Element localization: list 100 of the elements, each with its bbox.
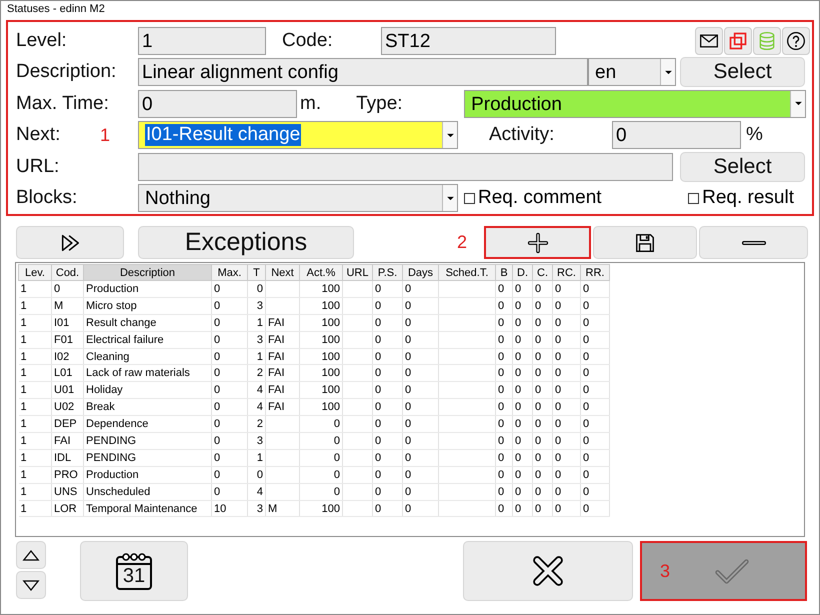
close-icon xyxy=(530,553,566,589)
table-cell: 0 xyxy=(212,382,248,399)
column-header[interactable]: C. xyxy=(532,264,552,280)
max-time-field[interactable]: 0 xyxy=(138,90,297,118)
table-cell: 0 xyxy=(212,449,248,466)
table-cell: M xyxy=(52,297,84,314)
table-cell xyxy=(342,466,372,484)
table-cell: 0 xyxy=(532,382,552,399)
table-cell: 0 xyxy=(372,432,402,450)
add-button[interactable] xyxy=(484,226,592,259)
table-cell: 0 xyxy=(300,416,342,433)
copy-icon[interactable] xyxy=(724,26,752,55)
table-cell xyxy=(342,432,372,450)
next-dropdown[interactable]: I01-Result change xyxy=(138,121,458,150)
table-cell: 3 xyxy=(248,297,266,314)
column-header[interactable]: Cod. xyxy=(52,264,84,280)
table-cell: L01 xyxy=(52,364,84,382)
calendar-button[interactable]: 31 xyxy=(80,541,188,601)
table-cell: Production xyxy=(84,466,212,484)
table-cell: 0 xyxy=(300,466,342,484)
column-header[interactable]: Sched.T. xyxy=(438,264,496,280)
move-down-button[interactable] xyxy=(16,571,46,599)
table-cell: FAI xyxy=(52,432,84,450)
table-cell: 100 xyxy=(300,500,342,517)
checkbox[interactable]: Req. result xyxy=(688,187,794,210)
table-cell: 0 xyxy=(372,398,402,416)
table-cell: 1 xyxy=(248,449,266,466)
select-button[interactable]: Select xyxy=(680,152,805,182)
url-field[interactable] xyxy=(138,152,673,181)
table-cell: 0 xyxy=(552,416,580,433)
column-header[interactable]: URL xyxy=(342,264,372,280)
column-header[interactable]: B xyxy=(496,264,512,280)
table-cell: Electrical failure xyxy=(84,331,212,348)
table-cell: 1 xyxy=(248,348,266,365)
table-cell: 0 xyxy=(212,483,248,500)
table-cell: 100 xyxy=(300,382,342,399)
type-dropdown[interactable]: Production xyxy=(464,90,806,118)
cancel-button[interactable] xyxy=(463,541,633,601)
activity-field[interactable]: 0 xyxy=(612,121,741,150)
description-field[interactable]: Linear alignment config xyxy=(138,58,588,86)
language-dropdown[interactable]: en xyxy=(588,58,676,86)
column-header[interactable]: RR. xyxy=(580,264,610,280)
column-header[interactable]: T xyxy=(248,264,266,280)
table-cell: 0 xyxy=(532,466,552,484)
forward-button[interactable] xyxy=(16,226,124,259)
column-header[interactable]: D. xyxy=(512,264,532,280)
table-cell: 1 xyxy=(18,500,52,517)
table-cell: 1 xyxy=(18,449,52,466)
select-button[interactable]: Select xyxy=(680,57,805,88)
table-cell xyxy=(342,297,372,314)
column-header[interactable]: Next xyxy=(266,264,300,280)
table-cell xyxy=(342,416,372,433)
table-cell: 0 xyxy=(532,398,552,416)
exceptions-button[interactable]: Exceptions xyxy=(138,226,354,259)
table-cell xyxy=(342,483,372,500)
table-cell: 0 xyxy=(532,314,552,332)
move-up-button[interactable] xyxy=(16,541,46,569)
table-cell: 0 xyxy=(300,432,342,450)
level-field[interactable]: 1 xyxy=(138,26,266,55)
column-header[interactable]: Max. xyxy=(212,264,248,280)
table-cell: 0 xyxy=(552,432,580,450)
table-cell: 0 xyxy=(580,432,610,450)
table-cell: 0 xyxy=(552,483,580,500)
table-cell: 0 xyxy=(496,331,512,348)
table-cell: 0 xyxy=(496,466,512,484)
column-header[interactable]: Lev. xyxy=(18,264,52,280)
table-cell: 0 xyxy=(512,483,532,500)
help-icon[interactable] xyxy=(782,26,810,55)
column-header[interactable]: Description xyxy=(84,264,212,280)
column-header[interactable]: P.S. xyxy=(372,264,402,280)
field-label: Next: xyxy=(16,124,62,146)
table-cell xyxy=(266,432,300,450)
table-cell: 0 xyxy=(372,297,402,314)
column-header[interactable]: Act.% xyxy=(300,264,342,280)
table-cell: 0 xyxy=(496,364,512,382)
table-cell: 0 xyxy=(402,466,438,484)
table-cell: 3 xyxy=(248,500,266,517)
table-cell: 0 xyxy=(212,331,248,348)
table-cell: 0 xyxy=(532,364,552,382)
table-cell: PENDING xyxy=(84,449,212,466)
unit-label: % xyxy=(746,124,763,146)
table-cell: 0 xyxy=(580,466,610,484)
table-cell: 0 xyxy=(372,364,402,382)
table-cell: 0 xyxy=(372,348,402,365)
checkbox[interactable]: Req. comment xyxy=(464,187,602,210)
table-cell: 0 xyxy=(372,483,402,500)
table-cell: 4 xyxy=(248,382,266,399)
column-header[interactable]: RC. xyxy=(552,264,580,280)
column-header[interactable]: Days xyxy=(402,264,438,280)
table-cell: 0 xyxy=(496,314,512,332)
table-cell: F01 xyxy=(52,331,84,348)
code-field[interactable]: ST12 xyxy=(381,26,556,55)
table-cell: 0 xyxy=(496,382,512,399)
blocks-dropdown[interactable]: Nothing xyxy=(138,184,458,212)
table-cell: FAI xyxy=(266,348,300,365)
table-cell xyxy=(342,500,372,517)
mail-icon[interactable] xyxy=(695,26,723,55)
table-cell: Cleaning xyxy=(84,348,212,365)
save-button[interactable] xyxy=(593,226,698,259)
table-cell: 0 xyxy=(580,416,610,433)
